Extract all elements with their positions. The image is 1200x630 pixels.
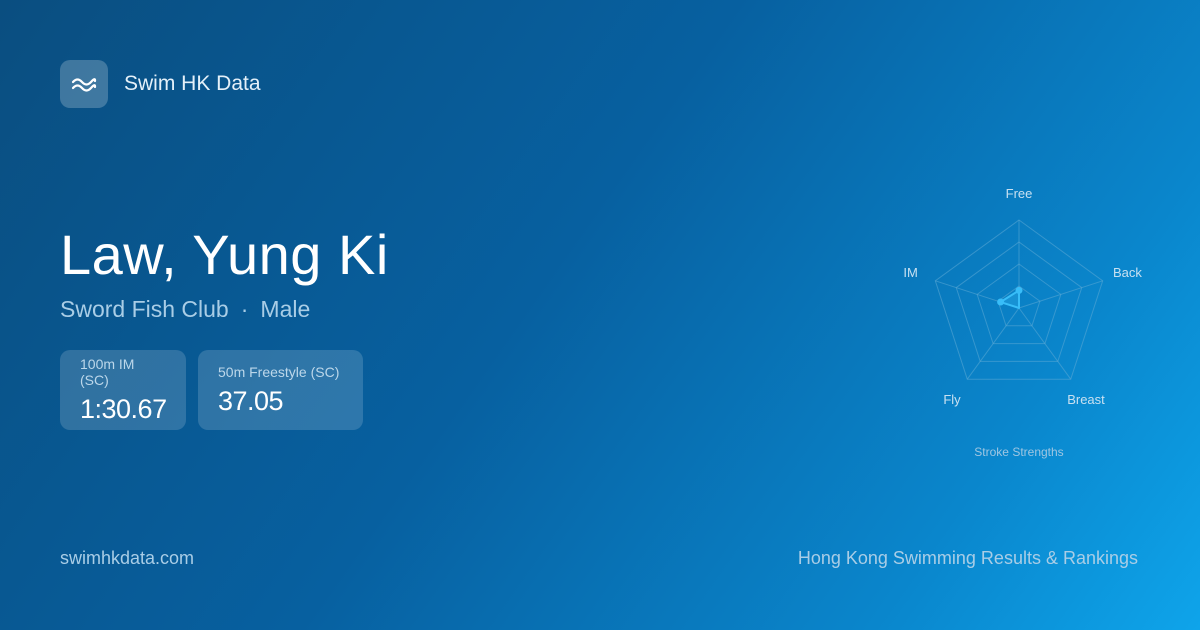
brand: Swim HK Data bbox=[60, 60, 261, 108]
radar-chart-title: Stroke Strengths bbox=[974, 445, 1063, 459]
site-tagline: Hong Kong Swimming Results & Rankings bbox=[797, 548, 1138, 568]
radar-axis-label: Breast bbox=[1067, 392, 1105, 407]
stat-cards: 100m IM (SC) 1:30.67 50m Freestyle (SC) … bbox=[60, 350, 363, 430]
radar-axis-label: Fly bbox=[943, 392, 961, 407]
radar-axis-label: IM bbox=[903, 265, 917, 280]
stat-value: 1:30.67 bbox=[80, 393, 167, 424]
radar-axis-line bbox=[1018, 280, 1103, 309]
waves-icon bbox=[60, 60, 108, 108]
radar-data-point bbox=[1015, 286, 1023, 294]
radar-axis-label: Back bbox=[1113, 265, 1142, 280]
radar-data-point bbox=[997, 298, 1005, 306]
stroke-radar-chart: Free Back Breast Fly IM Stroke Strengths bbox=[903, 186, 1142, 459]
swimmer-name: Law, Yung Ki bbox=[60, 223, 389, 286]
gender: Male bbox=[260, 296, 311, 322]
stat-value: 37.05 bbox=[218, 385, 284, 416]
stat-card-100m-im: 100m IM (SC) 1:30.67 bbox=[60, 350, 186, 430]
stat-label: 100m IM (SC) bbox=[80, 355, 135, 388]
separator: · bbox=[240, 296, 249, 322]
site-url[interactable]: swimhkdata.com bbox=[60, 548, 194, 569]
stat-card-50m-freestyle: 50m Freestyle (SC) 37.05 bbox=[198, 350, 363, 430]
club-name: Sword Fish Club bbox=[60, 296, 229, 322]
radar-axis-label: Free bbox=[1006, 186, 1033, 201]
swimmer-subline: Sword Fish Club · Male bbox=[60, 296, 310, 323]
stat-label: 50m Freestyle (SC) bbox=[218, 363, 340, 380]
brand-name: Swim HK Data bbox=[124, 72, 261, 95]
